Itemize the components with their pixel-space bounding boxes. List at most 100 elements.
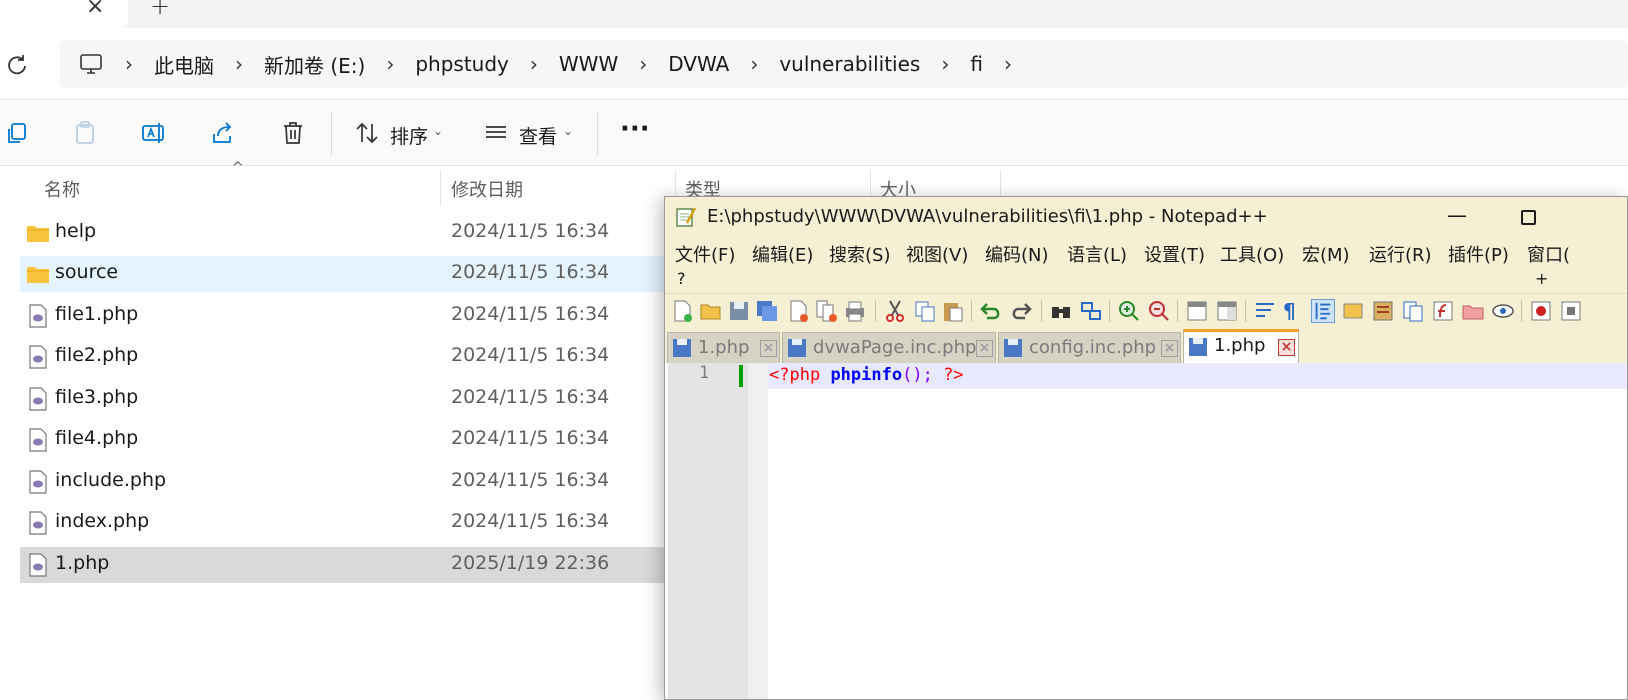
fold-margin[interactable] (748, 363, 768, 699)
menu-edit[interactable]: 编辑(E) (752, 241, 813, 267)
tab-1-php-active[interactable]: 1.php × (1183, 329, 1299, 363)
menu-macro[interactable]: 宏(M) (1302, 241, 1350, 267)
file-row[interactable]: source 2024/11/5 16:34 (20, 256, 680, 292)
this-pc-icon[interactable] (78, 51, 104, 77)
chevron-right-icon[interactable]: › (214, 52, 264, 76)
refresh-icon[interactable] (6, 54, 28, 76)
record-macro-icon[interactable] (1529, 299, 1553, 323)
zoom-in-icon[interactable] (1117, 299, 1141, 323)
menu-plus[interactable]: + (1535, 269, 1548, 288)
menu-settings[interactable]: 设置(T) (1144, 241, 1205, 267)
tab-dvwapage-inc-php[interactable]: dvwaPage.inc.php × (782, 332, 996, 363)
delete-icon[interactable] (280, 120, 306, 146)
breadcrumb-drive-e[interactable]: 新加卷 (E:) (264, 50, 365, 79)
file-row[interactable]: index.php 2024/11/5 16:34 (20, 505, 680, 541)
tab-close-icon[interactable]: × (760, 340, 777, 357)
user-lang-icon[interactable] (1341, 299, 1365, 323)
explorer-tab[interactable]: × (0, 0, 128, 28)
column-header-date[interactable]: 修改日期 (451, 176, 523, 216)
tab-close-icon[interactable]: × (976, 340, 993, 357)
sort-icon[interactable] (354, 120, 380, 146)
file-row[interactable]: file3.php 2024/11/5 16:34 (20, 381, 680, 417)
chevron-right-icon[interactable]: › (618, 52, 668, 76)
stop-macro-icon[interactable] (1559, 299, 1583, 323)
maximize-button[interactable] (1521, 210, 1536, 225)
menu-help[interactable]: ? (677, 269, 686, 288)
code-editor[interactable]: 1 <?php phpinfo(); ?> (665, 363, 1627, 699)
tab-close-icon[interactable]: × (1278, 339, 1295, 356)
breadcrumb-phpstudy[interactable]: phpstudy (415, 52, 509, 76)
window-title-bar[interactable]: E:\phpstudy\WWW\DVWA\vulnerabilities\fi\… (665, 197, 1627, 237)
copy-icon[interactable] (913, 299, 937, 323)
menu-file[interactable]: 文件(F) (675, 241, 735, 267)
chevron-right-icon[interactable]: › (104, 52, 154, 76)
column-divider[interactable] (440, 170, 441, 206)
paste-icon[interactable] (941, 299, 965, 323)
chevron-right-icon[interactable]: › (729, 52, 779, 76)
file-row[interactable]: file2.php 2024/11/5 16:34 (20, 339, 680, 375)
file-row[interactable]: file4.php 2024/11/5 16:34 (20, 422, 680, 458)
code-line[interactable]: <?php phpinfo(); ?> (769, 365, 964, 385)
zoom-out-icon[interactable] (1147, 299, 1171, 323)
find-icon[interactable] (1049, 299, 1073, 323)
chevron-right-icon[interactable]: › (983, 52, 1033, 76)
rename-icon[interactable] (141, 120, 167, 146)
function-list-icon[interactable] (1431, 299, 1455, 323)
menu-tools[interactable]: 工具(O) (1220, 241, 1284, 267)
copy-icon[interactable] (4, 120, 30, 146)
menu-language[interactable]: 语言(L) (1067, 241, 1127, 267)
file-row[interactable]: help 2024/11/5 16:34 (20, 215, 680, 251)
file-row[interactable]: 1.php 2025/1/19 22:36 (20, 547, 680, 583)
new-tab-icon[interactable]: + (150, 0, 170, 20)
file-row[interactable]: file1.php 2024/11/5 16:34 (20, 298, 680, 334)
paste-icon[interactable] (72, 120, 98, 146)
indent-guide-icon[interactable] (1311, 299, 1335, 323)
doc-map-icon[interactable] (1371, 299, 1395, 323)
tab-close-icon[interactable]: × (1161, 340, 1178, 357)
chevron-right-icon[interactable]: › (509, 52, 559, 76)
monitoring-icon[interactable] (1491, 299, 1515, 323)
file-row[interactable]: include.php 2024/11/5 16:34 (20, 464, 680, 500)
share-icon[interactable] (210, 120, 236, 146)
breadcrumb-dvwa[interactable]: DVWA (668, 52, 729, 76)
menu-run[interactable]: 运行(R) (1369, 241, 1432, 267)
doc-list-icon[interactable] (1401, 299, 1425, 323)
view-button[interactable]: 查看 (519, 122, 557, 149)
redo-icon[interactable] (1009, 299, 1033, 323)
word-wrap-icon[interactable] (1253, 299, 1277, 323)
cut-icon[interactable] (883, 299, 907, 323)
folder-workspace-icon[interactable] (1461, 299, 1485, 323)
chevron-right-icon[interactable]: › (920, 52, 970, 76)
chevron-down-icon[interactable]: ⌄ (433, 124, 443, 138)
menu-encoding[interactable]: 编码(N) (985, 241, 1049, 267)
close-icon[interactable]: × (86, 0, 104, 19)
close-file-icon[interactable] (787, 299, 811, 323)
sort-button[interactable]: 排序 (390, 122, 428, 149)
replace-icon[interactable] (1079, 299, 1103, 323)
save-icon[interactable] (727, 299, 751, 323)
sync-vertical-icon[interactable] (1185, 299, 1209, 323)
tab-config-inc-php[interactable]: config.inc.php × (998, 332, 1181, 363)
more-options-button[interactable]: ··· (620, 114, 650, 144)
column-header-name[interactable]: 名称 (44, 176, 80, 216)
breadcrumb-this-pc[interactable]: 此电脑 (154, 50, 214, 79)
breadcrumb-fi[interactable]: fi (970, 52, 983, 76)
minimize-button[interactable]: — (1447, 203, 1467, 227)
menu-window[interactable]: 窗口( (1527, 241, 1570, 267)
chevron-right-icon[interactable]: › (365, 52, 415, 76)
new-file-icon[interactable] (671, 299, 695, 323)
close-all-icon[interactable] (815, 299, 839, 323)
print-icon[interactable] (843, 299, 867, 323)
open-file-icon[interactable] (699, 299, 723, 323)
menu-plugins[interactable]: 插件(P) (1448, 241, 1509, 267)
breadcrumb-vulnerabilities[interactable]: vulnerabilities (779, 52, 920, 76)
save-all-icon[interactable] (755, 299, 779, 323)
show-all-chars-icon[interactable]: ¶ (1283, 299, 1307, 323)
menu-view[interactable]: 视图(V) (906, 241, 968, 267)
view-icon[interactable] (483, 120, 509, 146)
chevron-down-icon[interactable]: ⌄ (563, 124, 573, 138)
tab-1-php[interactable]: 1.php × (667, 332, 780, 363)
menu-search[interactable]: 搜索(S) (829, 241, 890, 267)
undo-icon[interactable] (979, 299, 1003, 323)
breadcrumb-www[interactable]: WWW (559, 52, 618, 76)
